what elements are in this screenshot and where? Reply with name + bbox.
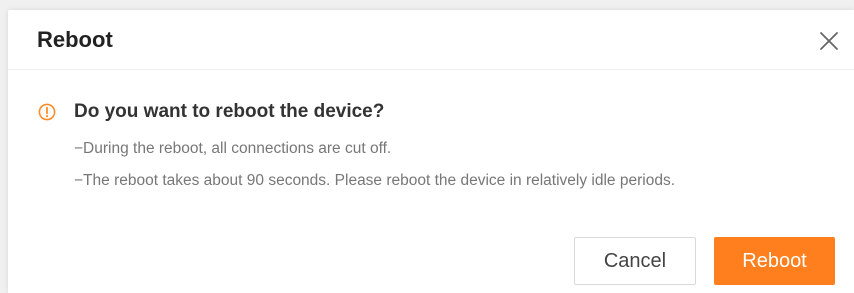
reboot-note-duration: −The reboot takes about 90 seconds. Plea…: [74, 172, 675, 189]
reboot-note-connections: −During the reboot, all connections are …: [74, 140, 392, 157]
cancel-button[interactable]: Cancel: [574, 237, 696, 285]
close-icon[interactable]: [816, 28, 842, 54]
reboot-button[interactable]: Reboot: [714, 237, 835, 285]
dialog-title: Reboot: [37, 27, 113, 52]
dialog-header: Reboot: [8, 10, 854, 70]
reboot-dialog: Reboot Do you want to reboot the device?…: [8, 10, 854, 293]
reboot-question: Do you want to reboot the device?: [74, 101, 385, 122]
warning-circle-icon: [38, 103, 56, 121]
